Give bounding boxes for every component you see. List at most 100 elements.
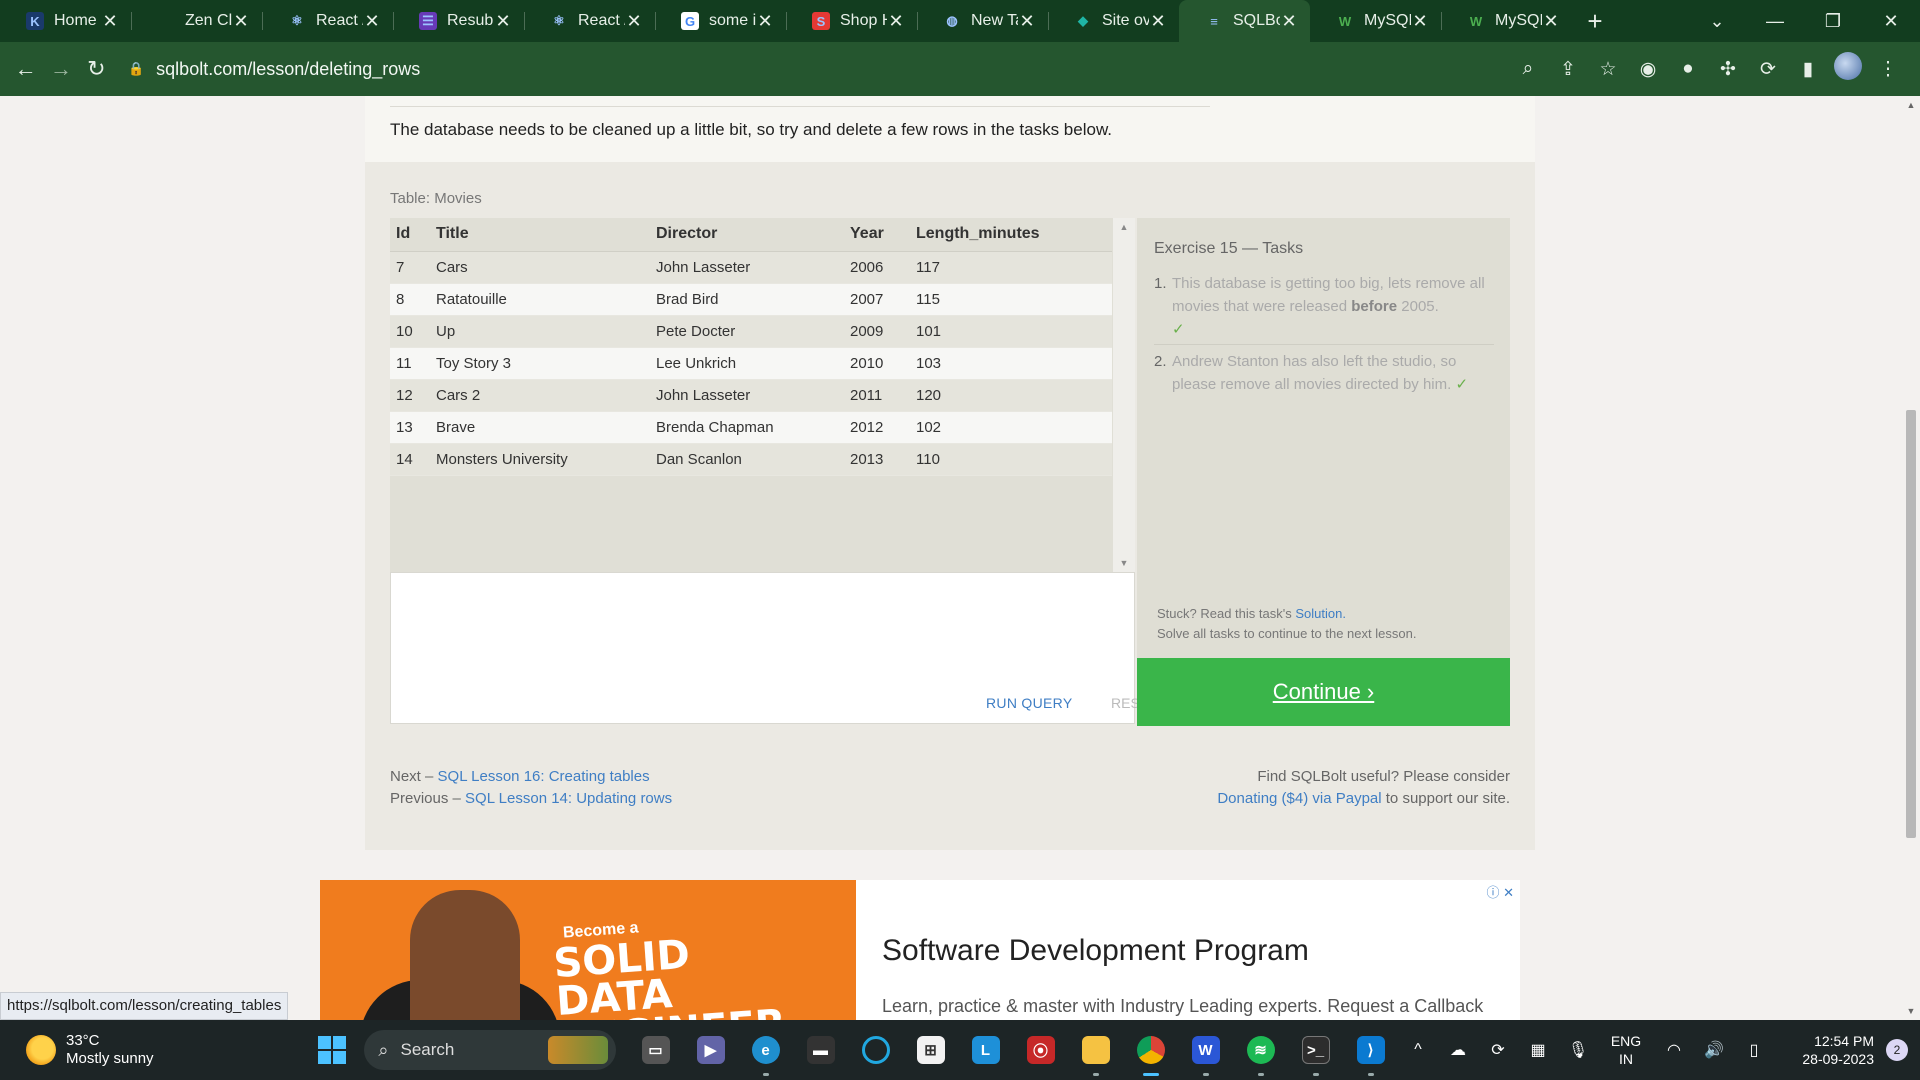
bookmark-star-icon[interactable]: ☆ [1588, 58, 1628, 81]
task-1-text-end: 2005. [1401, 298, 1439, 315]
column-header: Id [390, 218, 430, 252]
reload-button[interactable]: ↻ [79, 56, 114, 82]
terminal-icon[interactable]: >_ [1288, 1020, 1343, 1080]
file-explorer-icon[interactable] [1068, 1020, 1123, 1080]
l-app-icon[interactable]: L [958, 1020, 1013, 1080]
tab-close-icon[interactable]: ✕ [625, 11, 643, 32]
scroll-up-arrow-icon[interactable]: ▲ [1902, 100, 1920, 110]
extension-record-icon[interactable]: ◉ [1628, 58, 1668, 81]
continue-button[interactable]: Continue › [1137, 658, 1510, 726]
ad-title[interactable]: Software Development Program [882, 934, 1309, 968]
tab-close-icon[interactable]: ✕ [1149, 11, 1167, 32]
minimize-button[interactable]: — [1746, 11, 1804, 32]
column-header: Title [430, 218, 650, 252]
cortana-icon[interactable] [848, 1020, 903, 1080]
address-bar[interactable]: 🔒 sqlbolt.com/lesson/deleting_rows [128, 50, 1508, 88]
wifi-icon[interactable]: ◠ [1654, 1040, 1694, 1060]
car-app-icon[interactable]: ▬ [793, 1020, 848, 1080]
tab-close-icon[interactable]: ✕ [1280, 11, 1298, 32]
tab-close-icon[interactable]: ✕ [101, 11, 119, 32]
tab-close-icon[interactable]: ✕ [756, 11, 774, 32]
weather-widget[interactable]: 33°C Mostly sunny [26, 1032, 304, 1068]
prev-prefix: Previous – [390, 790, 461, 807]
donate-link[interactable]: Donating ($4) via Paypal [1217, 790, 1381, 807]
scroll-down-arrow-icon[interactable]: ▼ [1113, 558, 1135, 568]
vscode-icon[interactable]: ⟩ [1343, 1020, 1398, 1080]
advertisement[interactable]: Become a SOLID DATA ENGINEER Software De… [320, 880, 1520, 1020]
spotify-icon[interactable]: ≋ [1233, 1020, 1288, 1080]
w-app-icon[interactable]: W [1178, 1020, 1233, 1080]
query-editor[interactable]: RUN QUERY RESET [390, 572, 1158, 724]
menu-kebab-icon[interactable]: ⋮ [1868, 58, 1908, 81]
extension-sync-icon[interactable]: ⟳ [1748, 58, 1788, 81]
scroll-up-arrow-icon[interactable]: ▲ [1113, 222, 1135, 232]
share-icon[interactable]: ⇪ [1548, 58, 1588, 81]
tab-close-icon[interactable]: ✕ [232, 11, 250, 32]
tab-close-icon[interactable]: ✕ [1542, 11, 1560, 32]
browser-tab[interactable]: Gsome i ✕ [655, 0, 786, 42]
browser-tab[interactable]: Zen Cl ✕ [131, 0, 262, 42]
solution-link[interactable]: Solution. [1295, 606, 1346, 621]
calendar-badge-icon[interactable]: ▦ [1518, 1040, 1558, 1060]
browser-tab[interactable]: S Shop H✕ [786, 0, 917, 42]
close-window-button[interactable]: ✕ [1862, 11, 1920, 32]
screen-recorder-icon[interactable]: ⦿ [1013, 1020, 1068, 1080]
tab-search-icon[interactable]: ⌄ [1688, 11, 1746, 32]
browser-tab[interactable]: W MySQL✕ [1441, 0, 1572, 42]
restore-button[interactable]: ❐ [1804, 11, 1862, 32]
browser-tab[interactable]: ⚛ React / ✕ [262, 0, 393, 42]
zoom-icon[interactable]: ⌕ [1508, 58, 1548, 80]
forward-button[interactable]: → [43, 56, 78, 82]
table-scrollbar[interactable]: ▲ ▼ [1113, 218, 1135, 572]
ad-close-icon[interactable]: ⓘ ✕ [1486, 882, 1514, 901]
next-lesson-link[interactable]: SQL Lesson 16: Creating tables [438, 768, 650, 785]
browser-tab[interactable]: ⚛ React / ✕ [524, 0, 655, 42]
onedrive-icon[interactable]: ☁ [1438, 1040, 1478, 1060]
taskbar-search[interactable]: ⌕ Search [364, 1030, 616, 1070]
tab-close-icon[interactable]: ✕ [1018, 11, 1036, 32]
table-row: 13 Brave Brenda Chapman 2012 102 [390, 411, 1112, 444]
browser-tab[interactable]: ☰ Resubr ✕ [393, 0, 524, 42]
chrome-icon[interactable] [1123, 1020, 1178, 1080]
table-cell: Cars 2 [430, 379, 650, 412]
store-icon[interactable]: ⊞ [903, 1020, 958, 1080]
chevron-up-icon[interactable]: ^ [1398, 1041, 1438, 1059]
previous-lesson-link[interactable]: SQL Lesson 14: Updating rows [465, 790, 672, 807]
language-indicator[interactable]: ENG IN [1598, 1032, 1654, 1068]
side-panel-icon[interactable]: ▮ [1788, 58, 1828, 81]
tab-close-icon[interactable]: ✕ [1411, 11, 1429, 32]
back-button[interactable]: ← [8, 56, 43, 82]
microphone-icon[interactable]: 🎙 [1558, 1040, 1598, 1060]
windows-start-icon[interactable] [318, 1036, 347, 1064]
volume-icon[interactable]: 🔊 [1694, 1040, 1734, 1060]
notification-badge[interactable]: 2 [1886, 1039, 1908, 1061]
browser-tab[interactable]: ≡ SQLBo ✕ [1179, 0, 1310, 42]
edge-icon[interactable]: e [738, 1020, 793, 1080]
battery-icon[interactable]: ▯ [1734, 1040, 1774, 1060]
task-view-icon[interactable]: ▭ [628, 1020, 683, 1080]
new-tab-button[interactable]: + [1572, 0, 1618, 42]
scroll-down-arrow-icon[interactable]: ▼ [1902, 1006, 1920, 1016]
tab-close-icon[interactable]: ✕ [363, 11, 381, 32]
browser-tab[interactable]: ◍ New Ta✕ [917, 0, 1048, 42]
tab-close-icon[interactable]: ✕ [494, 11, 512, 32]
url-text: sqlbolt.com/lesson/deleting_rows [156, 58, 421, 79]
sync-icon[interactable]: ⟳ [1478, 1040, 1518, 1060]
scrollbar-thumb[interactable] [1906, 410, 1916, 838]
run-query-button[interactable]: RUN QUERY [986, 695, 1072, 711]
page-scrollbar[interactable]: ▲ ▼ [1902, 96, 1920, 1020]
tab-title: some i [709, 12, 756, 29]
table-cell: 12 [390, 379, 430, 412]
teams-chat-icon[interactable]: ▶ [683, 1020, 738, 1080]
tab-close-icon[interactable]: ✕ [887, 11, 905, 32]
extensions-puzzle-icon[interactable]: ✣ [1708, 58, 1748, 81]
browser-toolbar: ← → ↻ 🔒 sqlbolt.com/lesson/deleting_rows… [0, 42, 1920, 96]
profile-avatar[interactable] [1828, 52, 1868, 86]
tasks-title: Exercise 15 — Tasks [1154, 240, 1304, 257]
shop-icon: S [812, 12, 830, 30]
extension-circle-icon[interactable]: ● [1668, 58, 1708, 80]
browser-tab[interactable]: K Home ✕ [0, 0, 131, 42]
clock[interactable]: 12:54 PM 28-09-2023 [1774, 1032, 1874, 1068]
browser-tab[interactable]: ◆ Site ov ✕ [1048, 0, 1179, 42]
browser-tab[interactable]: W MySQL✕ [1310, 0, 1441, 42]
